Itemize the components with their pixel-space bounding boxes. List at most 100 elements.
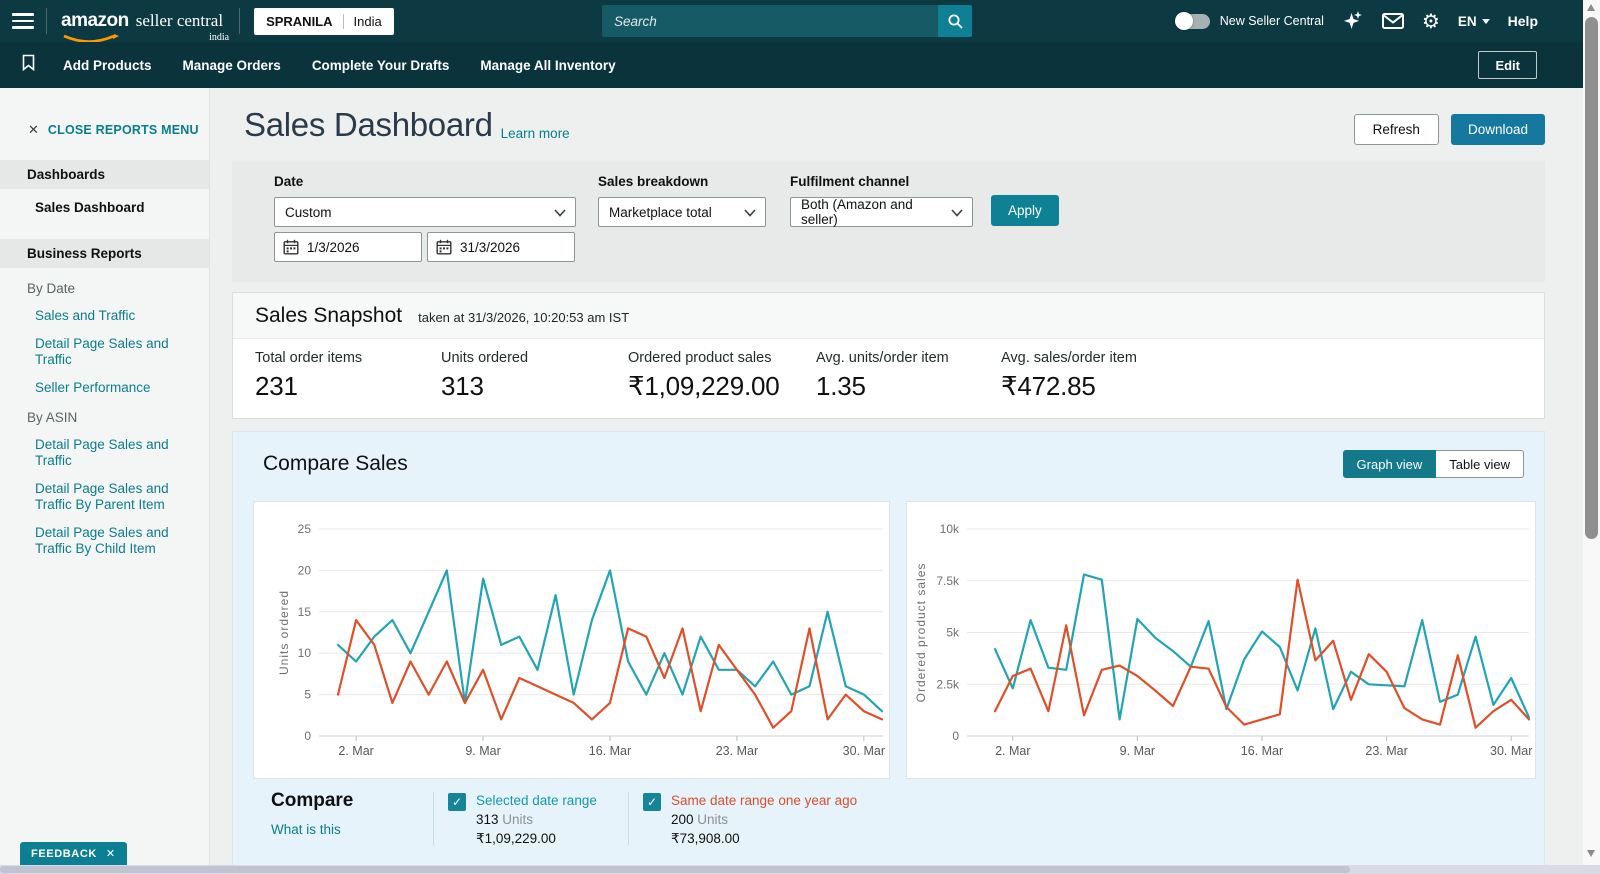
date-to-input[interactable]: [460, 240, 560, 255]
svg-text:23. Mar: 23. Mar: [1365, 744, 1407, 758]
sales-breakdown-select[interactable]: Marketplace total: [598, 197, 766, 227]
sidebar-item-detail-page-parent-item[interactable]: Detail Page Sales and Traffic By Parent …: [0, 470, 209, 514]
sidebar-item-sales-and-traffic[interactable]: Sales and Traffic: [0, 297, 209, 325]
svg-text:9. Mar: 9. Mar: [1120, 744, 1155, 758]
sidebar-item-detail-page-sales-traffic-asin[interactable]: Detail Page Sales and Traffic: [0, 426, 209, 470]
vertical-scrollbar-thumb[interactable]: [1585, 17, 1598, 539]
close-icon: ✕: [106, 847, 116, 860]
horizontal-scrollbar[interactable]: [0, 865, 1600, 874]
secondary-nav-bar: Add Products Manage Orders Complete Your…: [0, 42, 1583, 88]
units-ordered-chart[interactable]: 05101520252. Mar9. Mar16. Mar23. Mar30. …: [253, 501, 890, 779]
previous-year-amount: ₹73,908.00: [671, 831, 857, 847]
units-ordered-line-chart[interactable]: 05101520252. Mar9. Mar16. Mar23. Mar30. …: [254, 502, 889, 778]
date-to-field[interactable]: [427, 232, 575, 262]
scroll-down-arrow-icon[interactable]: [1587, 850, 1595, 857]
chevron-down-icon: [1482, 19, 1490, 24]
metric-avg-units-order-item: Avg. units/order item 1.35: [816, 350, 1001, 402]
svg-text:9. Mar: 9. Mar: [465, 744, 500, 758]
selected-range-amount: ₹1,09,229.00: [476, 831, 597, 847]
previous-year-checkbox[interactable]: ✓: [643, 793, 661, 811]
search-input[interactable]: [602, 5, 938, 37]
nav-complete-your-drafts[interactable]: Complete Your Drafts: [312, 58, 450, 73]
page-title-row: Sales Dashboard Learn more Refresh Downl…: [232, 106, 1545, 145]
compare-sales-title: Compare Sales: [263, 452, 408, 476]
messages-icon[interactable]: [1382, 13, 1404, 29]
svg-text:Ordered product sales: Ordered product sales: [914, 563, 928, 703]
snapshot-title: Sales Snapshot: [255, 304, 402, 328]
sidebar-subheader-by-asin: By ASIN: [0, 397, 209, 426]
close-reports-menu[interactable]: ✕ CLOSE REPORTS MENU: [0, 88, 209, 138]
horizontal-scrollbar-thumb[interactable]: [0, 866, 1350, 873]
new-seller-central-toggle[interactable]: [1176, 14, 1210, 29]
ai-sparkle-icon[interactable]: [1342, 10, 1364, 32]
fulfilment-channel-select[interactable]: Both (Amazon and seller): [790, 197, 973, 227]
app-window: amazon seller central india SPRANILA Ind…: [0, 0, 1600, 874]
compare-legend-title: Compare: [271, 790, 433, 812]
vertical-scrollbar[interactable]: [1583, 0, 1600, 865]
svg-text:15: 15: [298, 605, 312, 619]
nav-manage-all-inventory[interactable]: Manage All Inventory: [480, 58, 615, 73]
bookmark-icon[interactable]: [22, 54, 35, 76]
sidebar-item-detail-page-sales-traffic[interactable]: Detail Page Sales and Traffic: [0, 325, 209, 369]
table-view-button[interactable]: Table view: [1436, 450, 1524, 478]
search-button[interactable]: [938, 5, 972, 37]
sidebar-item-sales-dashboard[interactable]: Sales Dashboard: [0, 189, 209, 217]
svg-text:10: 10: [298, 646, 312, 660]
fulfilment-channel-label: Fulfilment channel: [790, 174, 973, 189]
help-link[interactable]: Help: [1508, 13, 1538, 29]
calendar-icon: [283, 239, 299, 255]
svg-text:23. Mar: 23. Mar: [716, 744, 758, 758]
view-toggle: Graph view Table view: [1343, 450, 1524, 478]
date-range-select[interactable]: Custom: [274, 197, 576, 227]
sidebar-header-business-reports: Business Reports: [0, 239, 209, 268]
account-marketplace-switcher[interactable]: SPRANILA India: [254, 8, 394, 35]
sidebar-header-dashboards: Dashboards: [0, 160, 209, 189]
page-actions: Refresh Download: [1354, 114, 1545, 145]
selected-range-checkbox[interactable]: ✓: [448, 793, 466, 811]
date-from-field[interactable]: [274, 232, 422, 262]
svg-text:30. Mar: 30. Mar: [1490, 744, 1532, 758]
divider: [343, 14, 344, 29]
main-content: Sales Dashboard Learn more Refresh Downl…: [210, 88, 1583, 866]
svg-text:2. Mar: 2. Mar: [995, 744, 1030, 758]
svg-text:16. Mar: 16. Mar: [1241, 744, 1283, 758]
svg-text:5: 5: [304, 688, 311, 702]
nav-add-products[interactable]: Add Products: [63, 58, 152, 73]
snapshot-metrics: Total order items 231 Units ordered 313 …: [233, 339, 1544, 418]
legend-previous-year: ✓ Same date range one year ago 200 Units…: [629, 790, 889, 847]
metric-avg-sales-order-item: Avg. sales/order item ₹472.85: [1001, 350, 1137, 402]
ordered-product-sales-line-chart[interactable]: 02.5k5k7.5k10k2. Mar9. Mar16. Mar23. Mar…: [907, 502, 1535, 778]
date-from-input[interactable]: [307, 240, 407, 255]
selected-range-units: 313: [476, 812, 499, 827]
scroll-up-arrow-icon[interactable]: [1587, 4, 1595, 11]
feedback-button[interactable]: FEEDBACK ✕: [20, 842, 127, 865]
language-selector[interactable]: EN: [1458, 14, 1490, 29]
ordered-product-sales-chart[interactable]: 02.5k5k7.5k10k2. Mar9. Mar16. Mar23. Mar…: [906, 501, 1536, 779]
legend-selected-date-range: ✓ Selected date range 313 Units ₹1,09,22…: [434, 790, 628, 847]
hamburger-menu-icon[interactable]: [0, 0, 46, 42]
page-title: Sales Dashboard: [244, 106, 493, 144]
language-code: EN: [1458, 14, 1477, 29]
previous-year-label: Same date range one year ago: [671, 792, 857, 809]
compare-legend: Compare What is this ✓ Selected date ran…: [253, 790, 1524, 847]
edit-button[interactable]: Edit: [1478, 51, 1537, 79]
sales-breakdown-label: Sales breakdown: [598, 174, 766, 189]
amazon-seller-central-logo[interactable]: amazon seller central india: [47, 12, 239, 30]
download-button[interactable]: Download: [1451, 114, 1545, 145]
compare-sales-section: Compare Sales Graph view Table view 0 5 10…: [232, 431, 1545, 866]
nav-manage-orders[interactable]: Manage Orders: [183, 58, 281, 73]
svg-text:0: 0: [952, 729, 959, 743]
graph-view-button[interactable]: Graph view: [1343, 450, 1437, 478]
refresh-button[interactable]: Refresh: [1354, 114, 1439, 145]
sidebar-item-detail-page-child-item[interactable]: Detail Page Sales and Traffic By Child I…: [0, 514, 209, 558]
svg-text:10k: 10k: [940, 522, 960, 536]
search-icon: [947, 13, 964, 30]
apply-button[interactable]: Apply: [991, 195, 1059, 226]
sidebar-item-seller-performance[interactable]: Seller Performance: [0, 369, 209, 397]
settings-gear-icon[interactable]: ⚙: [1422, 9, 1440, 34]
svg-text:0: 0: [304, 729, 311, 743]
account-name: SPRANILA: [266, 14, 332, 29]
learn-more-link[interactable]: Learn more: [501, 126, 570, 141]
metric-total-order-items: Total order items 231: [255, 350, 441, 402]
what-is-this-link[interactable]: What is this: [271, 822, 433, 837]
